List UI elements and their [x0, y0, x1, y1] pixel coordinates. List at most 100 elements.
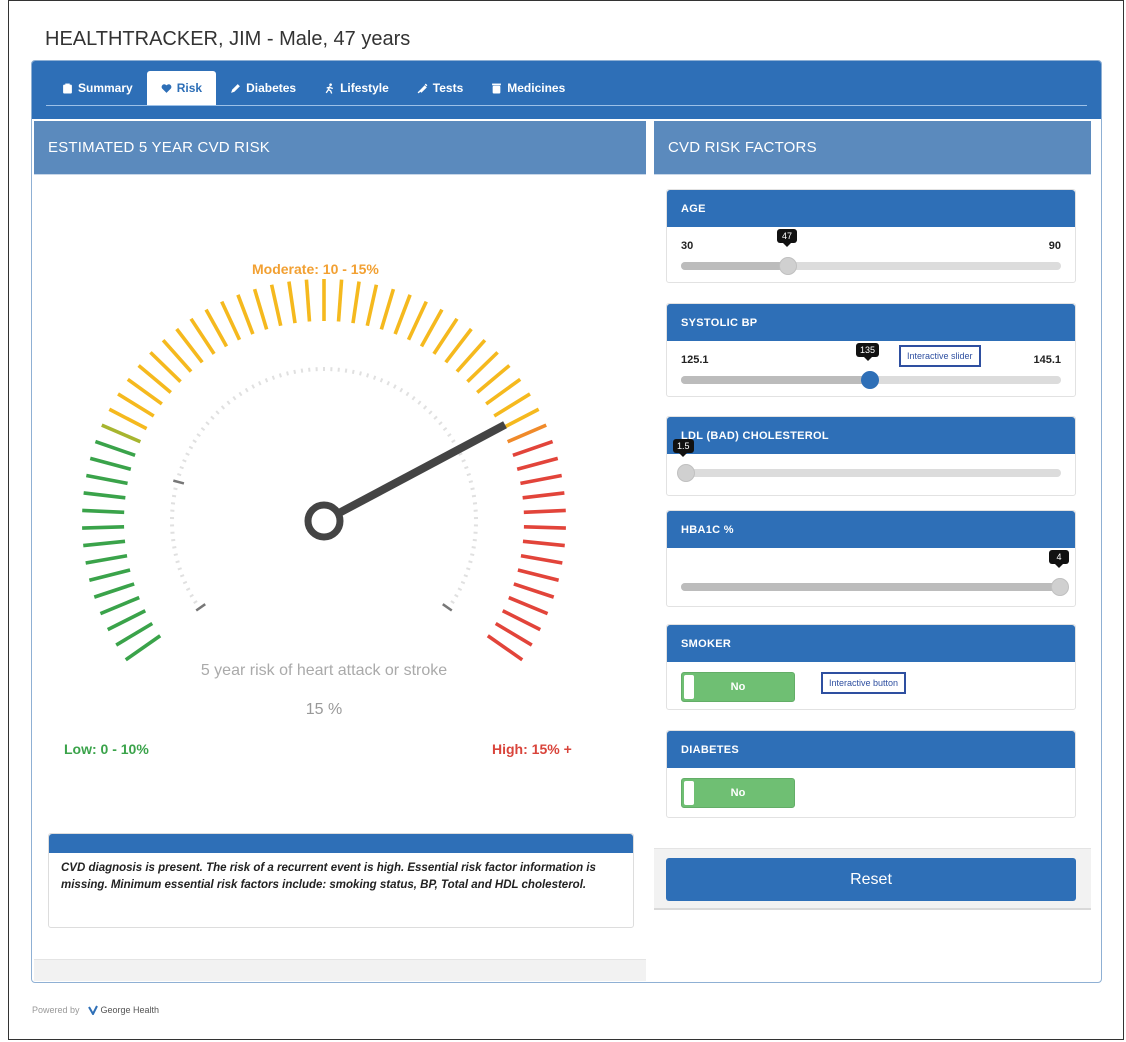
systolic-bp-max: 145.1 [1033, 354, 1061, 366]
tab-lifestyle[interactable]: Lifestyle [310, 71, 403, 105]
gauge-tick [432, 317, 459, 355]
systolic-bp-slider[interactable]: 135 [681, 343, 1061, 389]
gauge-needle-hub [304, 501, 344, 541]
gauge-minor-tick [466, 567, 471, 571]
gauge-tick [494, 621, 533, 647]
gauge-tick [522, 491, 565, 500]
gauge-minor-tick [460, 580, 466, 585]
systolic-bp-slider-handle[interactable] [861, 371, 879, 389]
gauge-caption: 5 year risk of heart attack or stroke [200, 662, 448, 679]
gauge-minor-tick [188, 445, 194, 450]
gauge-minor-tick [196, 433, 201, 437]
gauge-minor-tick [258, 381, 262, 386]
gauge-minor-tick [215, 410, 220, 415]
ldl-factor: LDL (BAD) CHOLESTEROL 1.5 [666, 416, 1076, 496]
gauge-minor-tick [185, 587, 191, 592]
age-value-tooltip: 47 [777, 229, 797, 247]
gauge-minor-tick [468, 560, 473, 564]
gauge-tick [512, 439, 554, 458]
gauge-dial [82, 279, 566, 662]
gauge-minor-tick [472, 538, 477, 542]
risk-message-box: CVD diagnosis is present. The risk of a … [48, 833, 634, 928]
clipboard-icon [63, 83, 72, 93]
gauge-tick [108, 407, 148, 431]
gauge-minor-tick [359, 371, 362, 376]
gauge-minor-tick [177, 473, 182, 477]
gauge-needle [322, 421, 507, 525]
gauge-tick [365, 284, 379, 327]
gauge-minor-tick [238, 391, 243, 397]
gauge-minor-tick [244, 387, 249, 393]
gauge-minor-tick [399, 387, 404, 393]
age-slider-handle[interactable] [779, 257, 797, 275]
smoker-toggle-state: No [730, 681, 746, 693]
gauge-minor-tick [175, 560, 180, 564]
gauge-minor-tick [471, 546, 476, 549]
risk-gauge: Moderate: 10 - 15% 5 year risk of heart … [34, 175, 646, 757]
nav-bar: Summary Risk Diabetes Lifestyle Tests Me… [32, 61, 1101, 119]
gauge-minor-tick [220, 405, 226, 410]
gauge-minor-tick [226, 400, 231, 405]
diabetes-label: DIABETES [667, 731, 1075, 768]
powered-by-label: Powered by [32, 1005, 80, 1015]
gauge-minor-tick [411, 395, 416, 401]
interactive-slider-annotation: Interactive slider [899, 345, 981, 367]
gauge-tick [508, 595, 549, 616]
gauge-tick [82, 525, 125, 530]
nav-divider [46, 105, 1087, 106]
gauge-tick [126, 377, 163, 406]
george-health-logo-icon [87, 1005, 98, 1015]
gauge-tick [94, 439, 136, 458]
systolic-bp-value-tooltip: 135 [856, 343, 880, 361]
gauge-tick [99, 595, 140, 616]
patient-title: HEALTHTRACKER, JIM - Male, 47 years [45, 28, 411, 50]
high-range-label: High: 15% + [492, 741, 572, 757]
running-person-icon [325, 82, 334, 94]
tab-medicines[interactable]: Medicines [477, 71, 579, 105]
gauge-minor-tick [442, 427, 448, 432]
tab-diabetes[interactable]: Diabetes [216, 71, 310, 105]
gauge-minor-tick [278, 373, 282, 378]
gauge-tick [117, 392, 155, 418]
risk-panel-title: ESTIMATED 5 YEAR CVD RISK [34, 121, 646, 175]
gauge-minor-tick [463, 574, 469, 578]
gauge-minor-tick [173, 487, 178, 491]
gauge-minor-tick [293, 369, 297, 375]
interactive-button-annotation: Interactive button [821, 672, 907, 694]
gauge-tick [501, 609, 542, 632]
gauge-minor-tick [433, 415, 438, 420]
tab-label: Risk [176, 81, 203, 95]
reset-button[interactable]: Reset [666, 858, 1076, 901]
gauge-tick [513, 582, 555, 599]
gauge-minor-tick [466, 473, 471, 477]
ldl-slider[interactable]: 1.5 [673, 439, 1061, 482]
gauge-minor-tick [251, 384, 255, 389]
diabetes-toggle[interactable]: No [681, 778, 795, 808]
gauge-tick [516, 456, 559, 471]
ldl-slider-handle[interactable] [677, 464, 695, 482]
hba1c-slider-fill [681, 583, 1061, 591]
gauge-tick [88, 568, 131, 582]
gauge-tick [493, 392, 531, 418]
powered-by: Powered by George Health [32, 1005, 159, 1015]
smoker-toggle[interactable]: No [681, 672, 795, 702]
gauge-tick [93, 582, 135, 599]
age-slider[interactable]: 47 [681, 229, 1061, 275]
moderate-range-label: Moderate: 10 - 15% [252, 261, 379, 277]
gauge-tick [287, 281, 297, 324]
tab-summary[interactable]: Summary [48, 71, 147, 105]
hba1c-slider-handle[interactable] [1051, 578, 1069, 596]
gauge-minor-tick [193, 600, 198, 604]
gauge-minor-tick [417, 400, 422, 405]
gauge-minor-tick [173, 553, 178, 557]
gauge-tick [106, 609, 147, 632]
systolic-bp-label: SYSTOLIC BP [667, 304, 1075, 341]
gauge-minor-tick [366, 373, 370, 378]
gauge-minor-tick [286, 371, 289, 376]
gauge-minor-tick [468, 480, 474, 484]
hba1c-slider[interactable]: 4 [681, 550, 1069, 596]
tab-risk[interactable]: Risk [146, 71, 217, 105]
gauge-minor-tick [393, 384, 397, 389]
gauge-tick [204, 308, 229, 348]
tab-tests[interactable]: Tests [403, 71, 477, 105]
